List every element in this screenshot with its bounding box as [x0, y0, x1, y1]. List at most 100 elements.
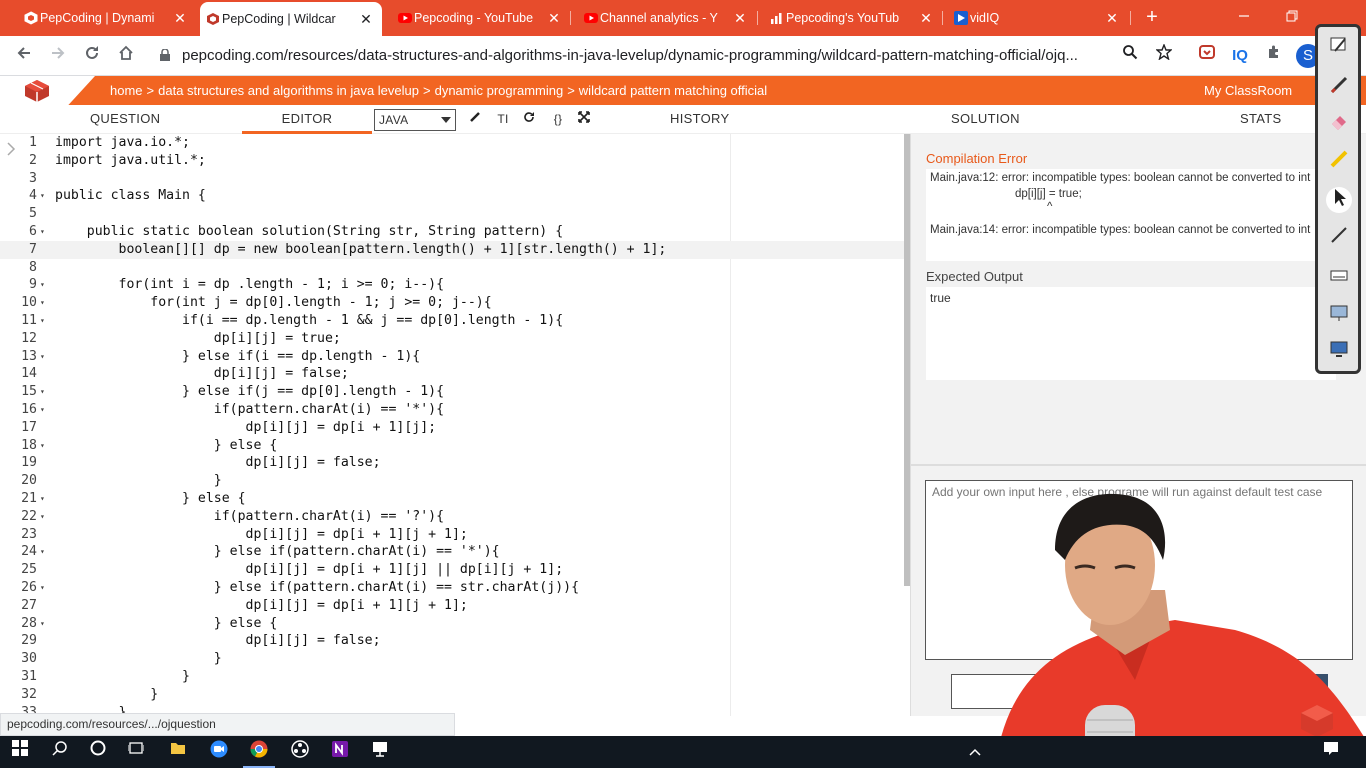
chrome-button[interactable]: [243, 740, 275, 768]
code-line[interactable]: 6 ▾ public static boolean solution(String…: [0, 223, 910, 241]
restore-window-button[interactable]: [1274, 5, 1310, 29]
fold-toggle-icon[interactable]: ▾: [40, 401, 45, 419]
code-line[interactable]: 23 dp[i][j] = dp[i + 1][j + 1];: [0, 526, 910, 544]
code-line[interactable]: 19 dp[i][j] = false;: [0, 454, 910, 472]
panel-divider[interactable]: [911, 464, 1366, 466]
tab-stats[interactable]: STATS: [1240, 105, 1281, 134]
browser-tab-2[interactable]: PepCoding | Wildcar ✕: [200, 2, 382, 36]
tray-expand-button[interactable]: [963, 740, 987, 764]
tab-history[interactable]: HISTORY: [670, 105, 729, 134]
code-line[interactable]: 21 ▾ } else {: [0, 490, 910, 508]
zoom-button[interactable]: [1118, 44, 1142, 68]
zoom-app-button[interactable]: [207, 740, 231, 764]
close-tab-icon[interactable]: ✕: [1104, 10, 1120, 26]
code-line[interactable]: 5: [0, 205, 910, 223]
code-line[interactable]: 2 import java.util.*;: [0, 152, 910, 170]
fold-toggle-icon[interactable]: ▾: [40, 490, 45, 508]
fold-toggle-icon[interactable]: ▾: [40, 437, 45, 455]
code-line[interactable]: 15 ▾ } else if(j == dp[0].length - 1){: [0, 383, 910, 401]
code-line[interactable]: 29 dp[i][j] = false;: [0, 632, 910, 650]
pointer-button[interactable]: [1326, 187, 1352, 213]
minimize-window-button[interactable]: [1226, 5, 1262, 29]
code-line[interactable]: 31 }: [0, 668, 910, 686]
reload-button[interactable]: [80, 44, 104, 68]
keyboard-button[interactable]: [1326, 265, 1352, 291]
back-button[interactable]: [12, 44, 36, 68]
fold-toggle-icon[interactable]: ▾: [40, 294, 45, 312]
fold-toggle-icon[interactable]: ▾: [40, 187, 45, 205]
fold-toggle-icon[interactable]: ▾: [40, 312, 45, 330]
code-line[interactable]: 8: [0, 259, 910, 277]
code-line[interactable]: 20 }: [0, 472, 910, 490]
close-tab-icon[interactable]: ✕: [358, 11, 374, 27]
url-field[interactable]: pepcoding.com/resources/data-structures-…: [160, 41, 1145, 71]
fold-toggle-icon[interactable]: ▾: [40, 543, 45, 561]
fold-toggle-icon[interactable]: ▾: [40, 276, 45, 294]
code-line[interactable]: 30 }: [0, 650, 910, 668]
code-line[interactable]: 22 ▾ if(pattern.charAt(i) == '?'){: [0, 508, 910, 526]
theme-brush-button[interactable]: [466, 109, 484, 129]
breadcrumb-topic[interactable]: dynamic programming: [435, 83, 564, 98]
code-line[interactable]: 7 boolean[][] dp = new boolean[pattern.l…: [0, 240, 910, 259]
code-line[interactable]: 18 ▾ } else {: [0, 437, 910, 455]
eraser-button[interactable]: [1326, 111, 1352, 137]
code-line[interactable]: 12 dp[i][j] = true;: [0, 330, 910, 348]
whiteboard-button[interactable]: [1326, 303, 1352, 329]
fold-toggle-icon[interactable]: ▾: [40, 579, 45, 597]
code-line[interactable]: 1 import java.io.*;: [0, 134, 910, 152]
fold-toggle-icon[interactable]: ▾: [40, 508, 45, 526]
fullscreen-button[interactable]: [575, 109, 593, 129]
bookmark-star-button[interactable]: [1152, 43, 1176, 68]
code-line[interactable]: 26 ▾ } else if(pattern.charAt(i) == str.c…: [0, 579, 910, 597]
font-size-button[interactable]: TI: [494, 109, 512, 129]
code-line[interactable]: 9 ▾ for(int i = dp .length - 1; i >= 0; i…: [0, 276, 910, 294]
home-button[interactable]: [114, 44, 138, 68]
breadcrumb-home[interactable]: home: [110, 83, 143, 98]
search-button[interactable]: [48, 740, 72, 764]
forward-button[interactable]: [46, 44, 70, 68]
language-select[interactable]: JAVA: [374, 109, 456, 131]
extensions-button[interactable]: [1262, 44, 1286, 68]
code-editor[interactable]: 1 import java.io.*; 2 import java.util.*; 3 4…: [0, 134, 910, 716]
close-tab-icon[interactable]: ✕: [732, 10, 748, 26]
code-line[interactable]: 14 dp[i][j] = false;: [0, 365, 910, 383]
tab-solution[interactable]: SOLUTION: [951, 105, 1020, 134]
code-line[interactable]: 28 ▾ } else {: [0, 615, 910, 633]
pepcoding-logo-icon[interactable]: [24, 79, 50, 103]
close-tab-icon[interactable]: ✕: [546, 10, 562, 26]
code-line[interactable]: 16 ▾ if(pattern.charAt(i) == '*'){: [0, 401, 910, 419]
code-line[interactable]: 13 ▾ } else if(i == dp.length - 1){: [0, 348, 910, 366]
fold-toggle-icon[interactable]: ▾: [40, 348, 45, 366]
file-explorer-button[interactable]: [166, 740, 190, 764]
action-center-button[interactable]: [1319, 740, 1343, 764]
browser-tab-6[interactable]: vidIQ ✕: [948, 4, 1128, 32]
highlighter-button[interactable]: [1326, 149, 1352, 175]
fold-toggle-icon[interactable]: ▾: [40, 383, 45, 401]
marker-button[interactable]: [1326, 75, 1352, 101]
presenter-app-button[interactable]: [368, 740, 392, 764]
format-code-button[interactable]: {}: [549, 109, 567, 129]
my-classroom-link[interactable]: My ClassRoom: [1204, 76, 1292, 105]
code-line[interactable]: 11 ▾ if(i == dp.length - 1 && j == dp[0].…: [0, 312, 910, 330]
screenshot-button[interactable]: [1326, 339, 1352, 365]
breadcrumb-course[interactable]: data structures and algorithms in java l…: [158, 83, 419, 98]
onenote-button[interactable]: [328, 740, 352, 764]
line-tool-button[interactable]: [1326, 225, 1352, 251]
code-line[interactable]: 17 dp[i][j] = dp[i + 1][j];: [0, 419, 910, 437]
task-view-button[interactable]: [124, 740, 148, 764]
extension-pocket-button[interactable]: [1195, 44, 1219, 68]
code-line[interactable]: 32 }: [0, 686, 910, 704]
screen-pen-button[interactable]: [1326, 35, 1352, 61]
browser-tab-3[interactable]: Pepcoding - YouTube ✕: [392, 4, 570, 32]
cortana-button[interactable]: [86, 740, 110, 764]
tab-editor[interactable]: EDITOR: [242, 105, 372, 134]
code-line[interactable]: 25 dp[i][j] = dp[i + 1][j] || dp[i][j + …: [0, 561, 910, 579]
fold-toggle-icon[interactable]: ▾: [40, 615, 45, 633]
code-line[interactable]: 4 ▾ public class Main {: [0, 187, 910, 205]
browser-tab-5[interactable]: Pepcoding's YouTub ✕: [764, 4, 942, 32]
code-line[interactable]: 27 dp[i][j] = dp[i + 1][j + 1];: [0, 597, 910, 615]
fold-toggle-icon[interactable]: ▾: [40, 223, 45, 241]
browser-tab-1[interactable]: PepCoding | Dynami ✕: [18, 4, 196, 32]
close-tab-icon[interactable]: ✕: [172, 10, 188, 26]
close-tab-icon[interactable]: ✕: [918, 10, 934, 26]
